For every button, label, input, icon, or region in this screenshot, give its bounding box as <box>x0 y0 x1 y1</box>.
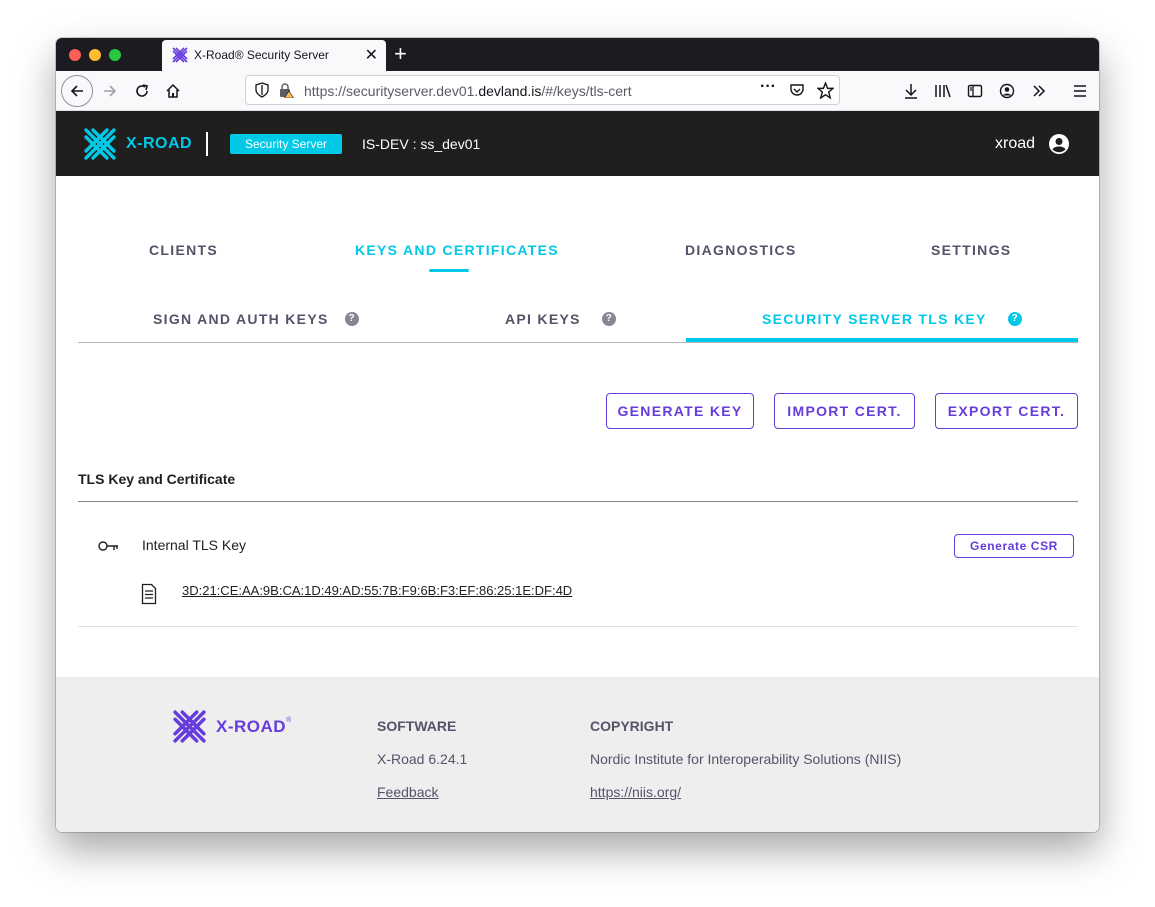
back-arrow-icon <box>70 85 83 97</box>
section-divider <box>78 501 1078 502</box>
niis-link[interactable]: https://niis.org/ <box>590 784 681 800</box>
forward-arrow-icon <box>104 85 117 97</box>
active-subtab-indicator <box>686 338 1078 342</box>
home-button[interactable] <box>159 77 187 105</box>
back-button[interactable] <box>61 75 93 107</box>
user-account-icon[interactable] <box>1049 134 1069 154</box>
row-divider <box>78 626 1078 627</box>
page-actions-icon[interactable]: ··· <box>760 78 776 96</box>
software-version: X-Road 6.24.1 <box>377 751 468 767</box>
reload-button[interactable] <box>128 77 156 105</box>
browser-window: X-Road® Security Server ✕ + https://secu… <box>56 38 1099 832</box>
download-icon <box>905 84 917 99</box>
subtabs-divider <box>78 342 1078 343</box>
subtab-label: SECURITY SERVER TLS KEY <box>762 311 987 327</box>
browser-tab-bar: X-Road® Security Server ✕ + <box>56 38 1099 71</box>
xroad-logo-icon <box>173 710 206 743</box>
tab-close-icon[interactable]: ✕ <box>365 45 378 65</box>
certificate-document-icon <box>141 583 157 605</box>
url-path: /#/keys/tls-cert <box>541 83 632 99</box>
subtab-api-keys[interactable]: API KEYS ? <box>505 311 616 327</box>
forward-button[interactable] <box>96 77 124 105</box>
hamburger-menu-icon <box>1074 85 1086 97</box>
subtab-sign-and-auth-keys[interactable]: SIGN AND AUTH KEYS ? <box>153 311 359 327</box>
software-heading: SOFTWARE <box>377 718 457 734</box>
footer: X-ROAD® SOFTWARE X-Road 6.24.1 Feedback … <box>56 677 1099 832</box>
overflow-button[interactable] <box>1025 77 1053 105</box>
home-icon <box>166 83 180 98</box>
tab-clients[interactable]: CLIENTS <box>149 242 218 258</box>
app-header: X-ROAD Security Server IS-DEV : ss_dev01… <box>56 111 1099 176</box>
certificate-hash-link[interactable]: 3D:21:CE:AA:9B:CA:1D:49:AD:55:7B:F9:6B:F… <box>182 583 572 598</box>
browser-tab-title: X-Road® Security Server <box>194 48 329 62</box>
bookmark-star-icon[interactable] <box>817 82 834 99</box>
menu-button[interactable] <box>1066 77 1094 105</box>
lock-warning-icon[interactable] <box>278 82 294 98</box>
xroad-logo[interactable]: X-ROAD <box>83 127 192 161</box>
logo-text: X-ROAD <box>126 135 193 152</box>
browser-tab[interactable]: X-Road® Security Server ✕ <box>162 40 386 71</box>
subtab-label: API KEYS <box>505 311 581 327</box>
xroad-favicon-icon <box>172 47 188 63</box>
import-cert-button[interactable]: IMPORT CERT. <box>774 393 915 429</box>
key-label: Internal TLS Key <box>142 537 247 553</box>
shield-icon[interactable] <box>254 82 270 98</box>
url-host: devland.is <box>478 83 542 99</box>
account-icon <box>999 83 1015 99</box>
library-button[interactable] <box>929 77 957 105</box>
reload-icon <box>136 84 148 97</box>
subtab-label: SIGN AND AUTH KEYS <box>153 311 329 327</box>
user-menu-name[interactable]: xroad <box>995 135 1035 153</box>
section-title: TLS Key and Certificate <box>78 471 236 487</box>
sidebar-icon <box>967 84 983 98</box>
copyright-text: Nordic Institute for Interoperability So… <box>590 751 902 767</box>
copyright-heading: COPYRIGHT <box>590 718 674 734</box>
url-text: https://securityserver.dev01.devland.is/… <box>304 83 632 99</box>
pocket-icon[interactable] <box>789 82 805 98</box>
url-bar[interactable]: https://securityserver.dev01.devland.is/… <box>245 75 840 105</box>
tab-diagnostics[interactable]: DIAGNOSTICS <box>685 242 797 258</box>
server-id: IS-DEV : ss_dev01 <box>362 136 481 152</box>
new-tab-icon[interactable]: + <box>394 41 407 67</box>
downloads-button[interactable] <box>897 77 925 105</box>
feedback-link[interactable]: Feedback <box>377 784 438 800</box>
sidebar-button[interactable] <box>961 77 989 105</box>
header-divider <box>206 132 208 156</box>
account-button[interactable] <box>993 77 1021 105</box>
xroad-logo-icon <box>84 128 116 160</box>
key-icon <box>98 541 118 551</box>
footer-logo: X-ROAD® <box>172 709 292 744</box>
help-icon[interactable]: ? <box>1007 312 1022 326</box>
help-icon[interactable]: ? <box>601 312 616 326</box>
export-cert-button[interactable]: EXPORT CERT. <box>935 393 1078 429</box>
footer-logo-word: X-ROAD <box>216 716 287 736</box>
server-type-badge: Security Server <box>230 134 342 154</box>
generate-key-button[interactable]: GENERATE KEY <box>606 393 754 429</box>
active-tab-indicator <box>429 269 469 272</box>
help-icon[interactable]: ? <box>344 312 359 326</box>
chevrons-right-icon <box>1033 85 1046 97</box>
generate-csr-button[interactable]: Generate CSR <box>954 534 1074 558</box>
footer-logo-text: X-ROAD® <box>216 716 292 736</box>
library-icon <box>935 84 951 98</box>
tab-settings[interactable]: SETTINGS <box>931 242 1011 258</box>
subtab-security-server-tls-key[interactable]: SECURITY SERVER TLS KEY ? <box>762 311 1022 327</box>
browser-nav-bar: https://securityserver.dev01.devland.is/… <box>56 71 1099 111</box>
minimize-window-button[interactable] <box>89 49 101 61</box>
tab-keys-and-certificates[interactable]: KEYS AND CERTIFICATES <box>355 242 559 258</box>
maximize-window-button[interactable] <box>109 49 121 61</box>
url-prefix: https://securityserver.dev01. <box>304 83 479 99</box>
close-window-button[interactable] <box>69 49 81 61</box>
